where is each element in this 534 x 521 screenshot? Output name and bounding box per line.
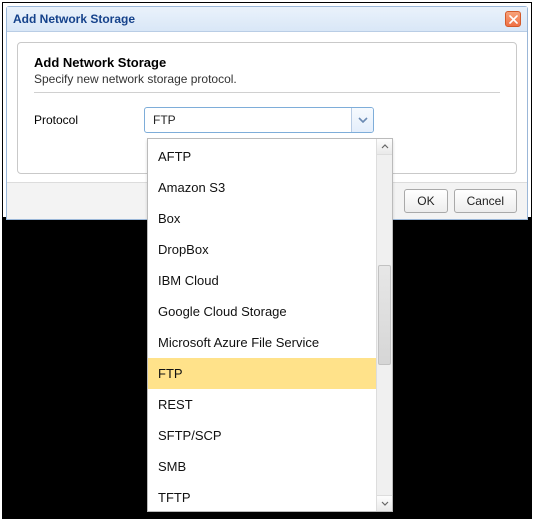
cancel-button[interactable]: Cancel xyxy=(454,189,517,213)
dropdown-option[interactable]: AFTP xyxy=(148,141,376,172)
dropdown-option[interactable]: Amazon S3 xyxy=(148,172,376,203)
chevron-down-icon xyxy=(381,501,389,506)
protocol-dropdown-trigger[interactable] xyxy=(351,108,373,132)
group-title: Add Network Storage xyxy=(34,55,500,70)
dropdown-option[interactable]: REST xyxy=(148,389,376,420)
close-button[interactable] xyxy=(505,11,521,27)
dropdown-option[interactable]: FTP xyxy=(148,358,376,389)
dialog-title: Add Network Storage xyxy=(13,12,135,26)
dropdown-scrollbar[interactable] xyxy=(376,139,392,511)
scroll-thumb[interactable] xyxy=(378,265,391,365)
dropdown-option[interactable]: SMB xyxy=(148,451,376,482)
protocol-label: Protocol xyxy=(34,113,144,127)
group-subtitle: Specify new network storage protocol. xyxy=(34,72,500,86)
chevron-up-icon xyxy=(381,144,389,149)
protocol-input[interactable] xyxy=(145,108,351,132)
dropdown-option[interactable]: TFTP xyxy=(148,482,376,507)
scroll-down-button[interactable] xyxy=(377,495,392,511)
dropdown-option[interactable]: Google Cloud Storage xyxy=(148,296,376,327)
scroll-up-button[interactable] xyxy=(377,139,392,155)
dropdown-option[interactable]: Microsoft Azure File Service xyxy=(148,327,376,358)
protocol-combo[interactable] xyxy=(144,107,374,133)
chevron-down-icon xyxy=(358,117,368,123)
dropdown-option[interactable]: Box xyxy=(148,203,376,234)
scroll-track[interactable] xyxy=(377,155,392,495)
dropdown-option[interactable]: IBM Cloud xyxy=(148,265,376,296)
dropdown-option[interactable]: DropBox xyxy=(148,234,376,265)
protocol-dropdown-list[interactable]: AFTPAmazon S3BoxDropBoxIBM CloudGoogle C… xyxy=(147,138,393,512)
ok-button[interactable]: OK xyxy=(404,189,447,213)
dialog-titlebar: Add Network Storage xyxy=(7,7,527,32)
close-icon xyxy=(509,15,518,24)
dropdown-option[interactable]: SFTP/SCP xyxy=(148,420,376,451)
